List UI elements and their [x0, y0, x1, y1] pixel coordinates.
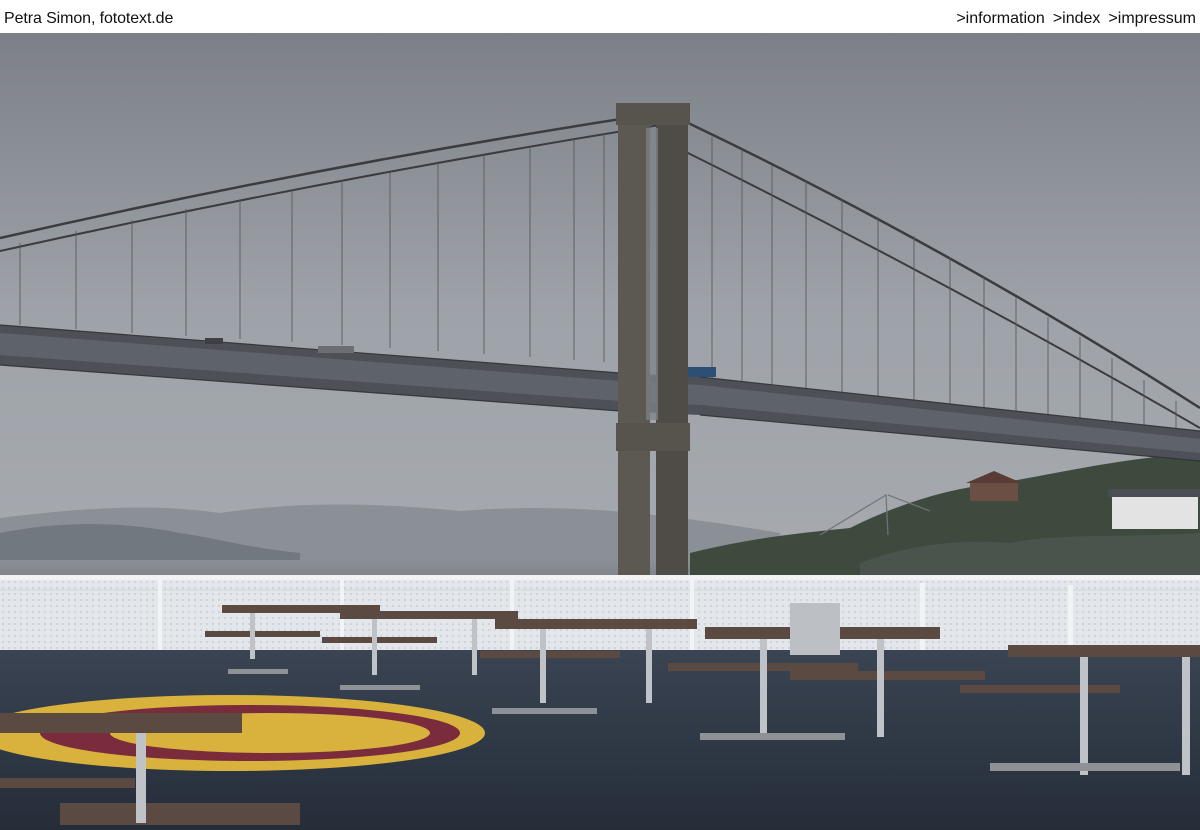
top-navigation: >information >index >impressum — [956, 9, 1196, 29]
house-white-roof — [1108, 489, 1200, 497]
nav-link-information[interactable]: >information — [956, 9, 1045, 29]
house-red — [970, 481, 1018, 501]
main-photo — [0, 33, 1200, 830]
truck — [684, 367, 716, 377]
car — [205, 338, 223, 344]
site-credit: Petra Simon, fototext.de — [4, 10, 174, 27]
nav-link-index[interactable]: >index — [1053, 9, 1101, 29]
trash-bin — [790, 603, 840, 655]
nav-link-impressum[interactable]: >impressum — [1108, 9, 1196, 29]
top-bar: Petra Simon, fototext.de >information >i… — [0, 0, 1200, 33]
car-2 — [318, 346, 354, 353]
house-white — [1112, 495, 1198, 529]
